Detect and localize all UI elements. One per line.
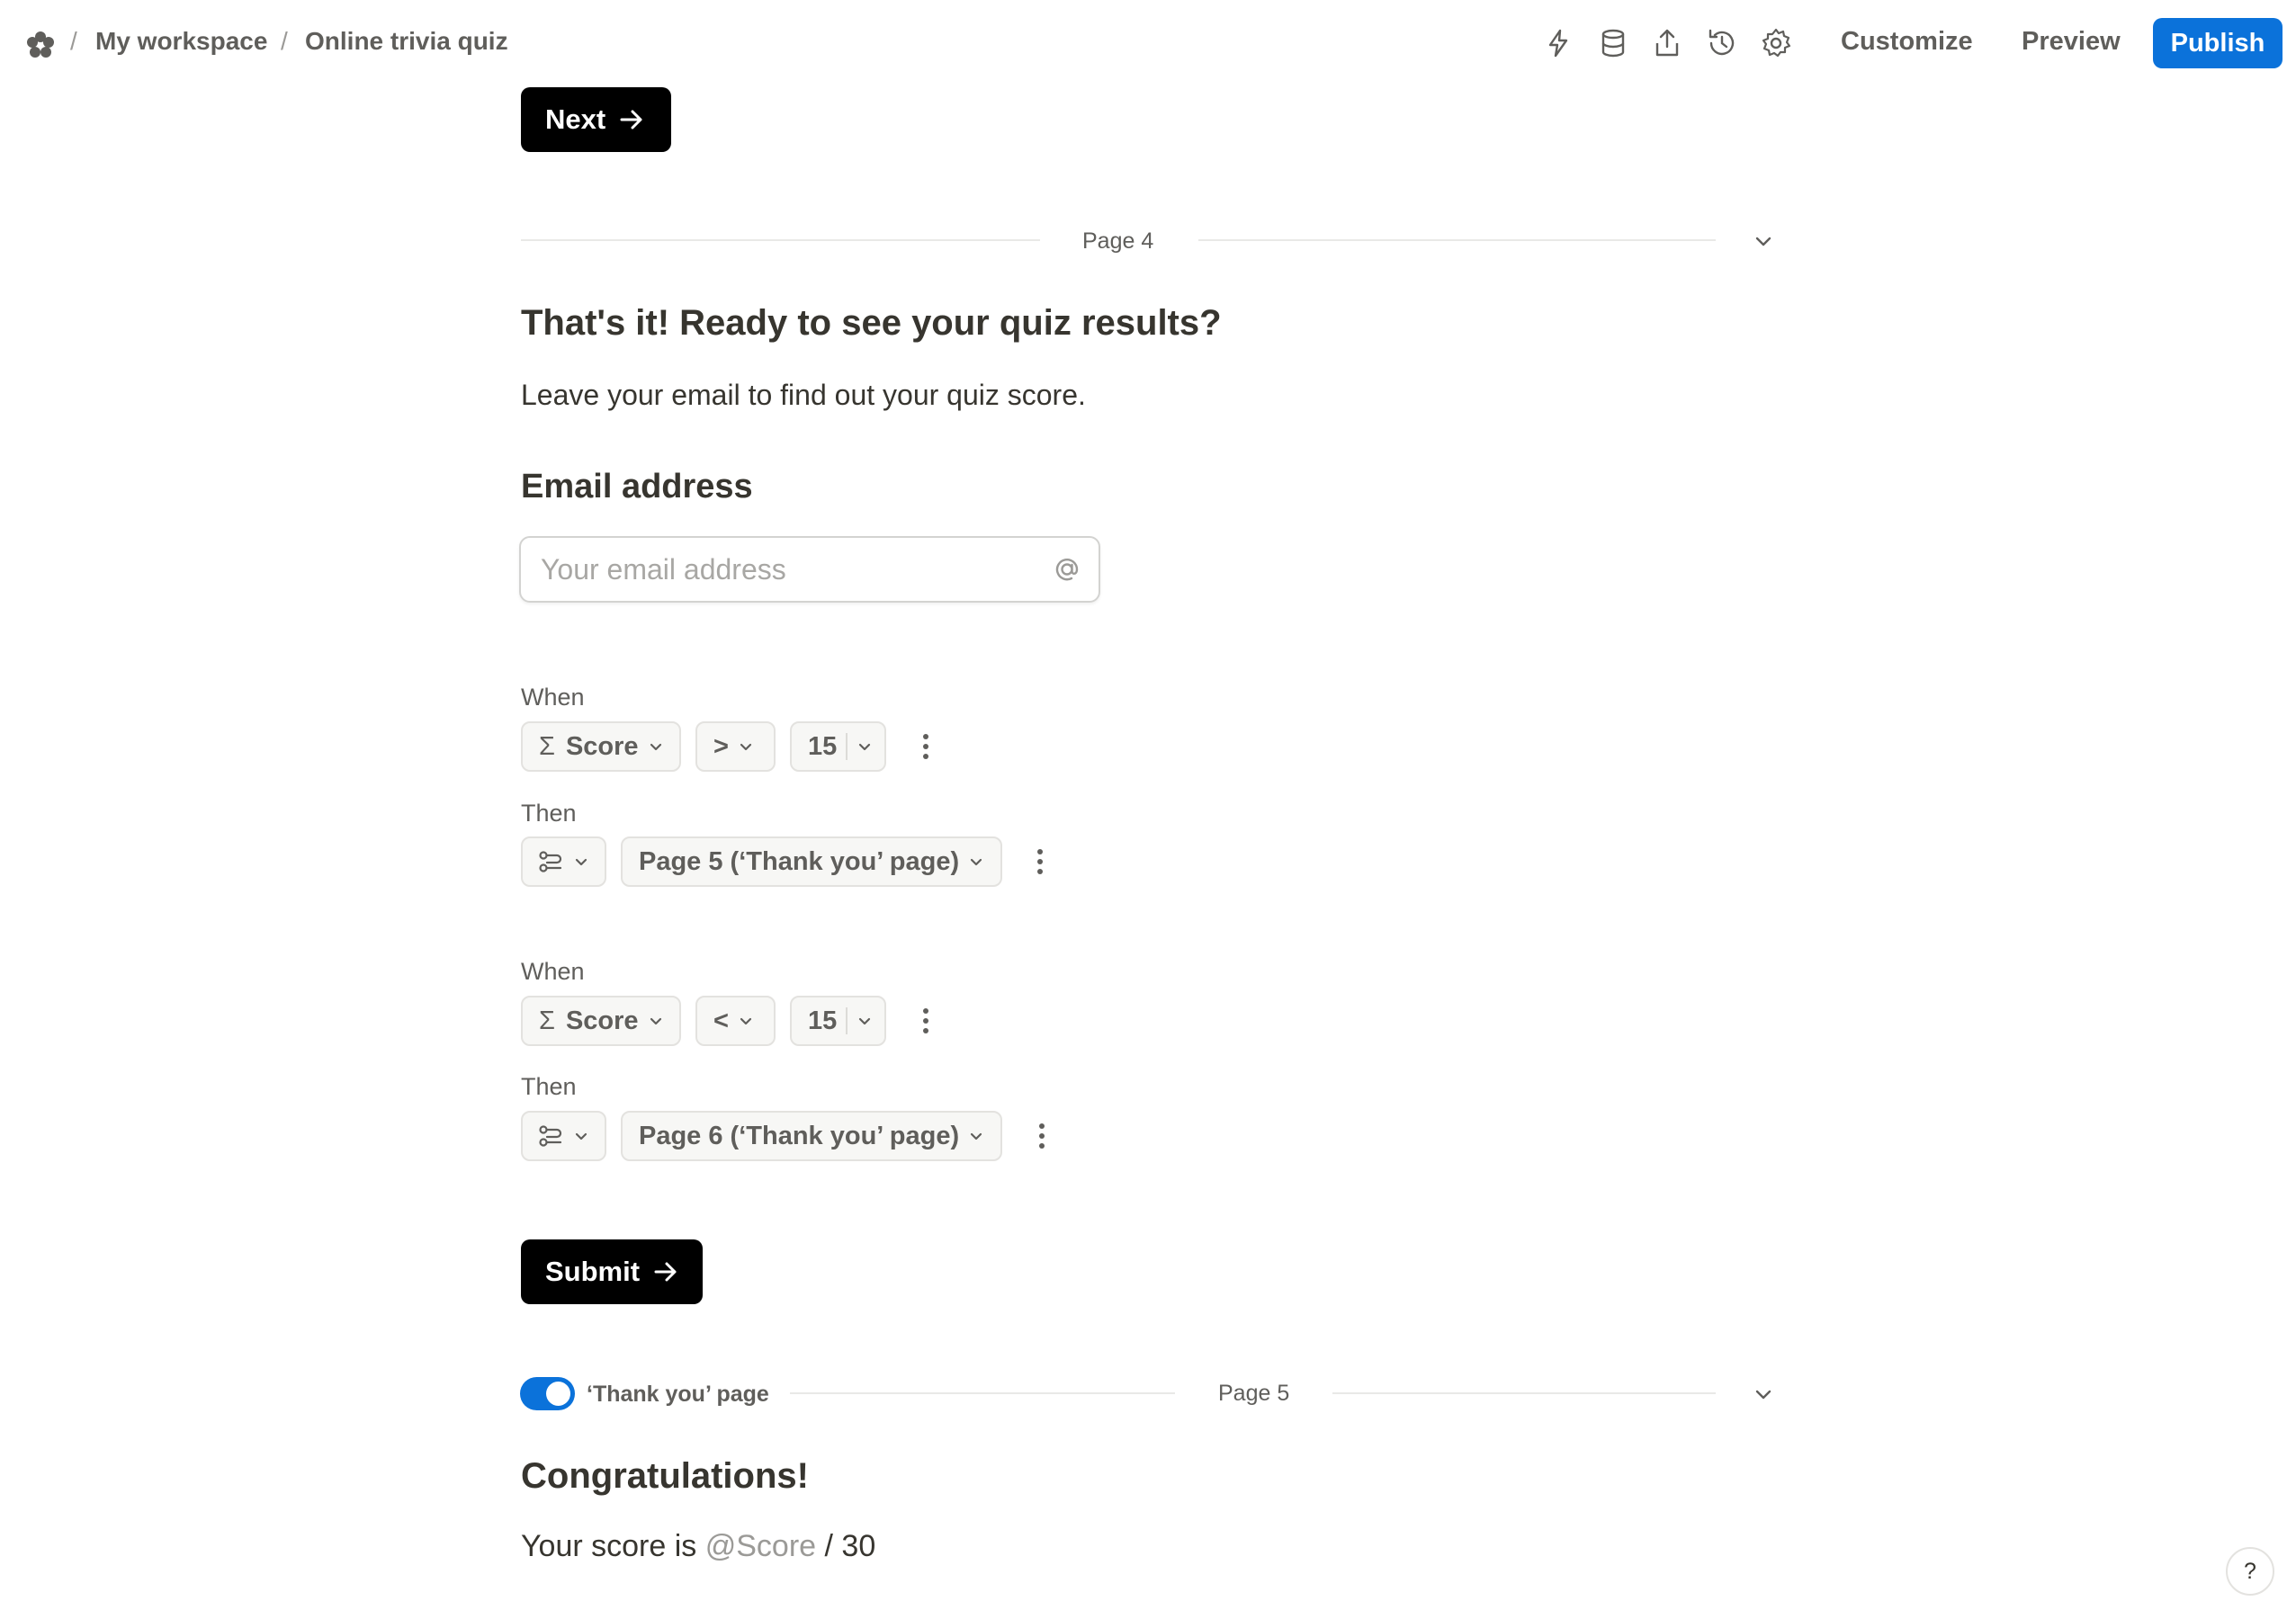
logic-field-select[interactable]: Σ Score [521, 721, 681, 772]
breadcrumb-workspace[interactable]: My workspace [95, 27, 267, 56]
logic-target-select[interactable]: Page 5 (‘Thank you’ page) [621, 836, 1002, 887]
arrow-right-icon [620, 110, 642, 130]
logic-when-label: When [521, 684, 585, 711]
logic-operator-label: > [713, 731, 729, 761]
logic-value-select[interactable]: 15 [790, 721, 886, 772]
logic-field-label: Score [565, 731, 639, 761]
logic-then-label: Then [521, 1073, 577, 1100]
more-options-icon[interactable] [921, 732, 930, 761]
page-5-title[interactable]: Congratulations! [521, 1456, 809, 1497]
route-icon [539, 1125, 562, 1147]
submit-button-label: Submit [545, 1256, 641, 1287]
chevron-down-icon [859, 1017, 871, 1025]
breadcrumb-separator: / [281, 27, 288, 55]
chevron-down-icon [859, 743, 871, 751]
chevron-down-icon [650, 743, 661, 751]
sum-icon: Σ [539, 731, 555, 761]
help-button[interactable]: ? [2226, 1547, 2274, 1596]
history-icon[interactable] [1706, 27, 1738, 59]
page-divider-line [790, 1392, 1175, 1394]
share-icon[interactable] [1651, 27, 1683, 59]
lightning-icon[interactable] [1542, 27, 1574, 59]
logic-target-label: Page 6 (‘Thank you’ page) [639, 1121, 960, 1150]
chevron-down-icon [575, 858, 587, 866]
logic-target-select[interactable]: Page 6 (‘Thank you’ page) [621, 1111, 1002, 1161]
thank-you-page-label: ‘Thank you’ page [587, 1382, 769, 1407]
more-options-icon[interactable] [1037, 1122, 1046, 1150]
gear-icon[interactable] [1760, 27, 1792, 59]
logic-target-label: Page 5 (‘Thank you’ page) [639, 846, 960, 876]
logic-value-label: 15 [808, 1006, 838, 1035]
breadcrumb-separator: / [70, 27, 77, 55]
chevron-down-icon [740, 743, 752, 751]
page-4-title[interactable]: That's it! Ready to see your quiz result… [521, 303, 1222, 344]
submit-button[interactable]: Submit [521, 1239, 703, 1304]
database-icon[interactable] [1597, 27, 1629, 59]
page-4-description[interactable]: Leave your email to find out your quiz s… [521, 379, 1086, 412]
logic-action-select[interactable] [521, 836, 606, 887]
chevron-down-icon[interactable] [1753, 1383, 1774, 1405]
score-suffix: / 30 [816, 1529, 876, 1563]
breadcrumb-form[interactable]: Online trivia quiz [305, 27, 508, 56]
logic-operator-label: < [713, 1006, 729, 1035]
page-divider-line [521, 239, 1040, 241]
logic-operator-select[interactable]: < [695, 996, 776, 1046]
score-prefix: Your score is [521, 1529, 705, 1563]
page-4-label: Page 4 [1082, 228, 1154, 254]
page-divider-line [1332, 1392, 1716, 1394]
page-divider-line [1198, 239, 1716, 241]
email-question-title[interactable]: Email address [521, 468, 753, 506]
logic-then-label: Then [521, 800, 577, 827]
arrow-right-icon [654, 1262, 677, 1282]
score-text[interactable]: Your score is @Score / 30 [521, 1529, 875, 1564]
email-field[interactable] [519, 536, 1100, 603]
next-button[interactable]: Next [521, 87, 671, 152]
chevron-down-icon [650, 1017, 661, 1025]
at-sign-icon [1055, 559, 1079, 581]
thank-you-page-toggle[interactable] [520, 1377, 575, 1410]
logic-action-select[interactable] [521, 1111, 606, 1161]
chevron-down-icon[interactable] [1753, 230, 1774, 252]
logic-operator-select[interactable]: > [695, 721, 776, 772]
workspace-logo-icon[interactable] [25, 30, 56, 60]
logic-field-select[interactable]: Σ Score [521, 996, 681, 1046]
logic-value-select[interactable]: 15 [790, 996, 886, 1046]
publish-button[interactable]: Publish [2153, 18, 2283, 68]
logic-field-label: Score [565, 1006, 639, 1035]
chevron-down-icon [971, 858, 982, 866]
top-bar: / My workspace / Online trivia quiz Cust… [0, 0, 2296, 88]
chevron-down-icon [740, 1017, 752, 1025]
logic-when-label: When [521, 958, 585, 985]
customize-button[interactable]: Customize [1841, 27, 1973, 57]
sum-icon: Σ [539, 1006, 555, 1035]
chevron-down-icon [575, 1132, 587, 1140]
more-options-icon[interactable] [921, 1006, 930, 1035]
logic-value-label: 15 [808, 731, 838, 761]
chevron-down-icon [971, 1132, 982, 1140]
preview-button[interactable]: Preview [2022, 27, 2121, 57]
toggle-knob [546, 1382, 570, 1406]
route-icon [539, 851, 562, 872]
score-mention[interactable]: @Score [705, 1529, 816, 1563]
page-5-label: Page 5 [1218, 1381, 1290, 1406]
next-button-label: Next [545, 103, 606, 135]
more-options-icon[interactable] [1036, 847, 1045, 876]
email-input[interactable] [521, 538, 1025, 601]
